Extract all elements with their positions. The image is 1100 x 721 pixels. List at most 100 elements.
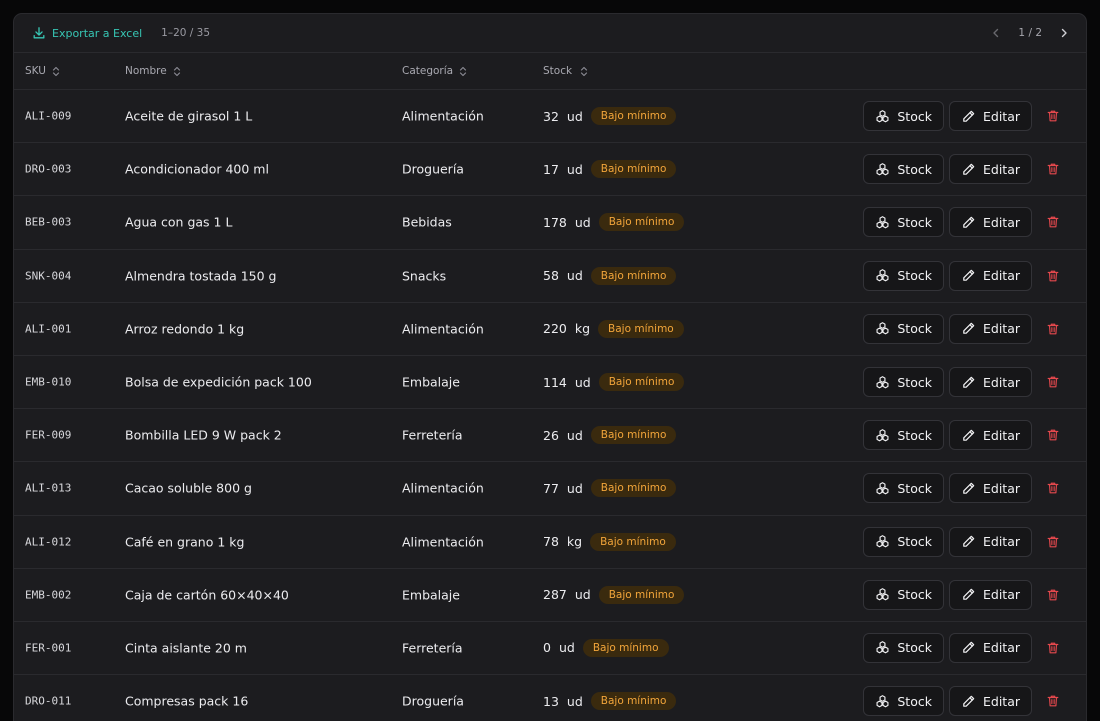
- stock-button[interactable]: Stock: [863, 420, 944, 451]
- edit-button[interactable]: Editar: [948, 686, 1032, 717]
- stock-cell: 13 ud Bajo mínimo: [543, 692, 677, 711]
- stock-button[interactable]: Stock: [863, 579, 944, 610]
- edit-button[interactable]: Editar: [948, 632, 1032, 663]
- sku-cell: ALI-009: [25, 109, 72, 123]
- stock-button[interactable]: Stock: [863, 260, 944, 291]
- category-cell: Embalaje: [402, 587, 460, 603]
- delete-button[interactable]: [1038, 154, 1068, 184]
- pencil-icon: [963, 216, 975, 228]
- edit-button[interactable]: Editar: [948, 420, 1032, 451]
- sku-cell: DRO-011: [25, 694, 72, 708]
- table-row: DRO-003 Acondicionador 400 ml Droguería …: [14, 143, 1086, 197]
- stock-button[interactable]: Stock: [863, 313, 944, 344]
- edit-button[interactable]: Editar: [948, 473, 1032, 504]
- boxes-icon: [876, 162, 889, 176]
- sku-cell: FER-009: [25, 428, 72, 442]
- sort-icon: [460, 66, 467, 76]
- edit-button-label: Editar: [982, 640, 1020, 656]
- edit-button-label: Editar: [982, 480, 1020, 496]
- delete-button[interactable]: [1038, 314, 1068, 344]
- edit-button[interactable]: Editar: [948, 207, 1032, 238]
- stock-button[interactable]: Stock: [863, 686, 944, 717]
- delete-button[interactable]: [1038, 527, 1068, 557]
- delete-button[interactable]: [1038, 473, 1068, 503]
- stock-unit: ud: [566, 693, 583, 709]
- stock-button[interactable]: Stock: [863, 473, 944, 504]
- table-toolbar: Exportar a Excel 1–20 / 35 1 / 2: [14, 14, 1086, 53]
- boxes-icon: [876, 694, 889, 707]
- edit-button[interactable]: Editar: [948, 313, 1032, 344]
- trash-icon: [1047, 110, 1059, 122]
- low-stock-badge: Bajo mínimo: [590, 692, 677, 711]
- stock-button-label: Stock: [897, 161, 932, 177]
- stock-button[interactable]: Stock: [863, 526, 944, 557]
- stock-cell: 58 ud Bajo mínimo: [543, 266, 677, 285]
- edit-button-label: Editar: [982, 534, 1020, 550]
- low-stock-badge: Bajo mínimo: [598, 373, 685, 392]
- column-header-category[interactable]: Categoría: [402, 65, 467, 77]
- row-actions: Stock Editar: [863, 101, 1068, 132]
- delete-button[interactable]: [1038, 580, 1068, 610]
- stock-button[interactable]: Stock: [863, 367, 944, 398]
- trash-icon: [1047, 323, 1059, 335]
- pencil-icon: [963, 695, 975, 707]
- stock-button[interactable]: Stock: [863, 101, 944, 132]
- stock-quantity: 77: [543, 480, 559, 496]
- stock-button[interactable]: Stock: [863, 154, 944, 185]
- stock-unit: ud: [566, 161, 583, 177]
- trash-icon: [1047, 217, 1059, 228]
- results-range: 1–20 / 35: [161, 27, 211, 39]
- delete-button[interactable]: [1038, 261, 1068, 291]
- sku-cell: ALI-012: [25, 535, 72, 549]
- low-stock-badge: Bajo mínimo: [590, 107, 677, 126]
- low-stock-badge: Bajo mínimo: [582, 638, 669, 657]
- row-actions: Stock Editar: [863, 632, 1068, 663]
- pencil-icon: [963, 376, 975, 388]
- low-stock-badge: Bajo mínimo: [590, 160, 677, 179]
- delete-button[interactable]: [1038, 367, 1068, 397]
- category-cell: Alimentación: [402, 108, 484, 124]
- edit-button[interactable]: Editar: [948, 101, 1032, 132]
- next-page-button[interactable]: [1056, 25, 1072, 41]
- trash-icon: [1047, 695, 1059, 707]
- name-cell: Bombilla LED 9 W pack 2: [125, 427, 282, 443]
- stock-quantity: 0: [543, 640, 551, 656]
- edit-button[interactable]: Editar: [948, 579, 1032, 610]
- edit-button[interactable]: Editar: [948, 260, 1032, 291]
- sort-icon: [173, 66, 180, 76]
- column-header-sku[interactable]: SKU: [25, 65, 60, 77]
- delete-button[interactable]: [1038, 420, 1068, 450]
- delete-button[interactable]: [1038, 101, 1068, 131]
- category-cell: Alimentación: [402, 480, 484, 496]
- sku-cell: ALI-013: [25, 481, 72, 495]
- stock-button[interactable]: Stock: [863, 632, 944, 663]
- stock-quantity: 32: [543, 108, 559, 124]
- edit-button[interactable]: Editar: [948, 526, 1032, 557]
- column-header-name[interactable]: Nombre: [125, 65, 181, 77]
- category-cell: Alimentación: [402, 534, 484, 550]
- row-actions: Stock Editar: [863, 579, 1068, 610]
- table-row: DRO-011 Compresas pack 16 Droguería 13 u…: [14, 675, 1086, 721]
- column-header-stock[interactable]: Stock: [543, 65, 588, 77]
- delete-button[interactable]: [1038, 686, 1068, 716]
- delete-button[interactable]: [1038, 207, 1068, 237]
- edit-button[interactable]: Editar: [948, 154, 1032, 185]
- stock-unit: kg: [566, 534, 583, 550]
- pencil-icon: [963, 269, 975, 281]
- low-stock-badge: Bajo mínimo: [590, 266, 677, 285]
- pencil-icon: [963, 535, 975, 547]
- row-actions: Stock Editar: [863, 313, 1068, 344]
- stock-button[interactable]: Stock: [863, 207, 944, 238]
- previous-page-button[interactable]: [988, 25, 1004, 41]
- edit-button[interactable]: Editar: [948, 367, 1032, 398]
- row-actions: Stock Editar: [863, 526, 1068, 557]
- export-excel-button[interactable]: Exportar a Excel: [32, 26, 142, 40]
- stock-button-label: Stock: [897, 587, 932, 603]
- column-label: Categoría: [402, 65, 454, 77]
- stock-quantity: 58: [543, 268, 559, 284]
- products-panel: Exportar a Excel 1–20 / 35 1 / 2 SKU Nom…: [13, 13, 1087, 721]
- sku-cell: EMB-002: [25, 588, 72, 602]
- pencil-icon: [963, 429, 975, 441]
- stock-unit: ud: [558, 640, 575, 656]
- delete-button[interactable]: [1038, 633, 1068, 663]
